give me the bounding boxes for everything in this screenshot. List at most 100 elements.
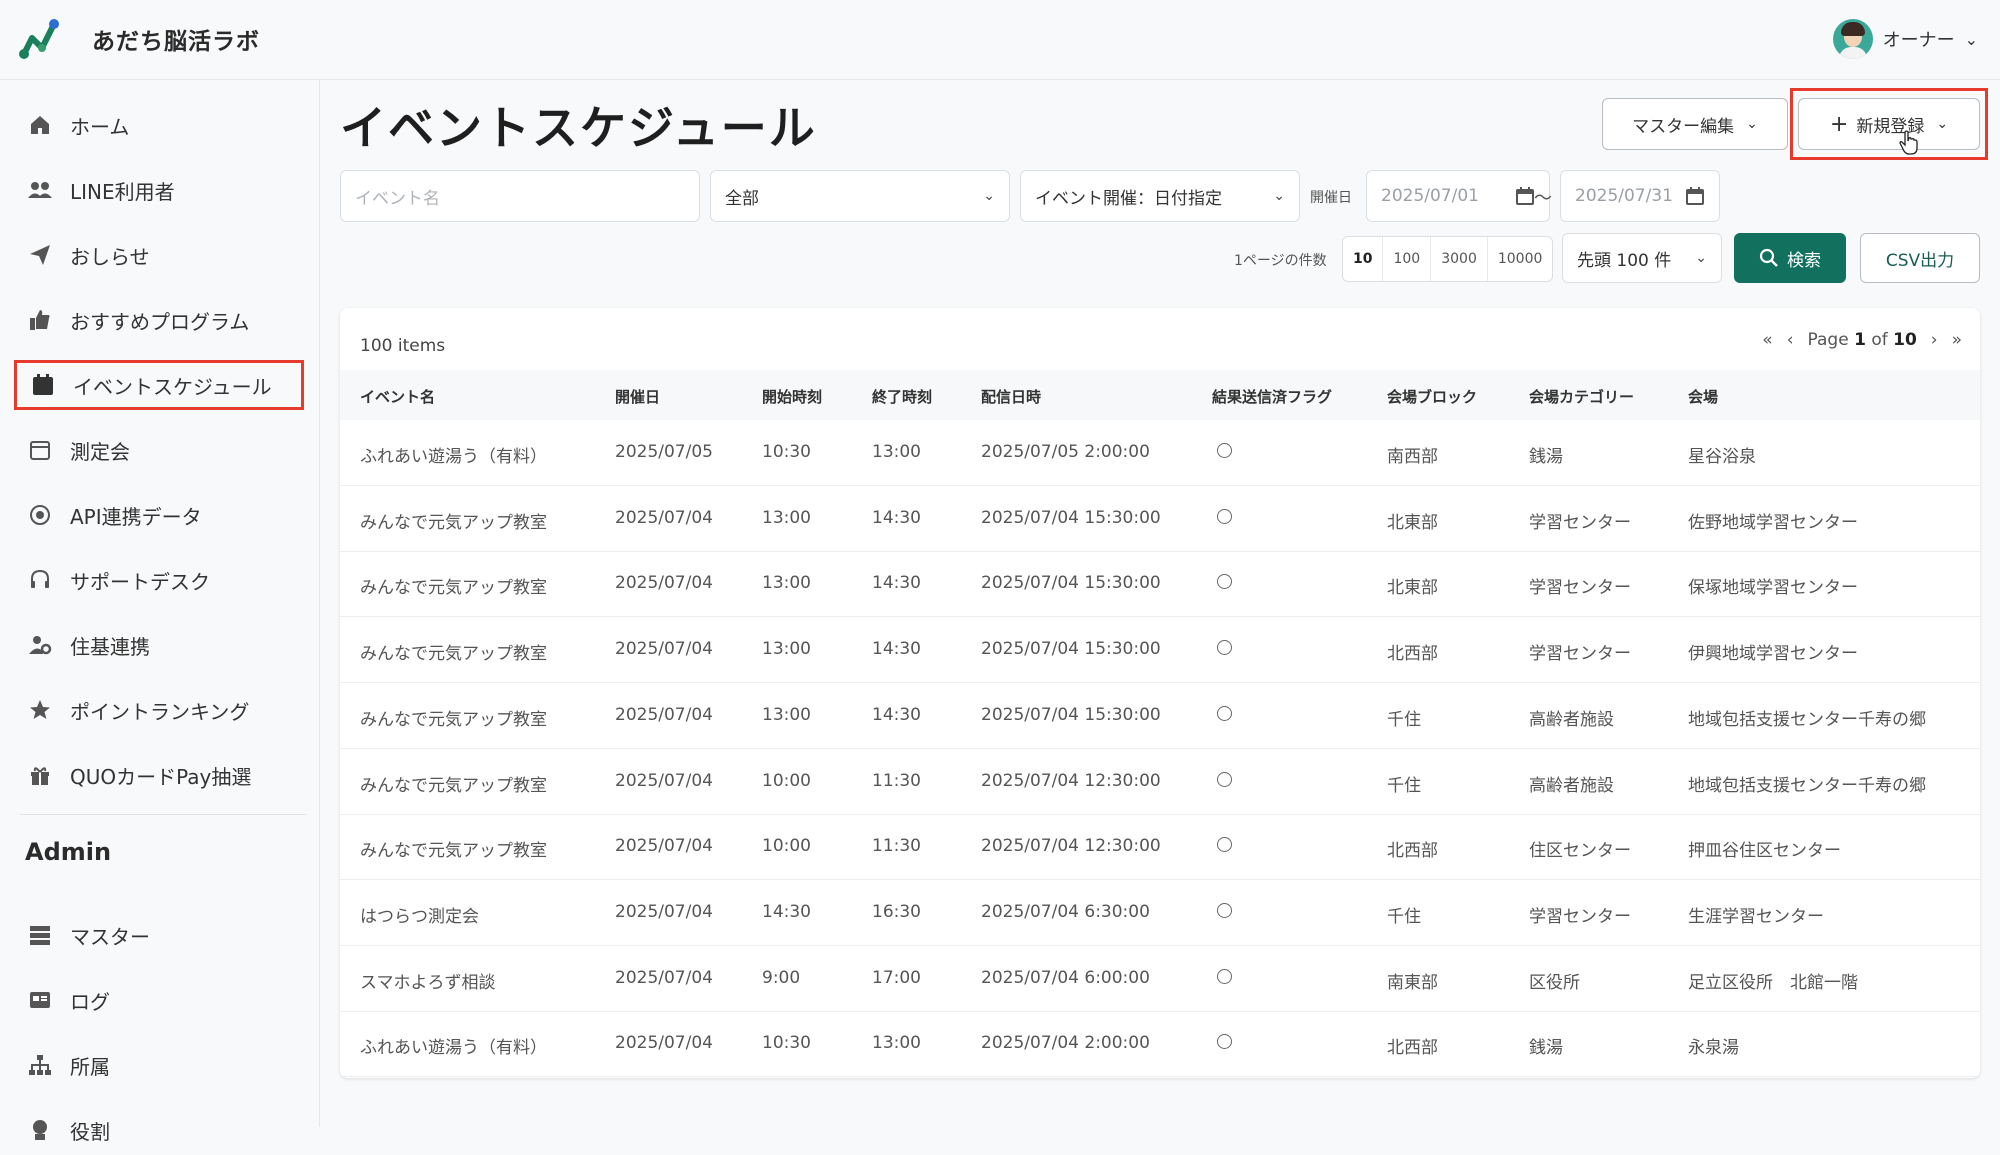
table-cell: 14:30 [872,704,921,725]
table-cell: 13:00 [762,573,811,594]
result-sent-radio[interactable] [1217,443,1232,458]
sidebar-item-label: 所属 [70,1054,110,1079]
org-chart-icon [26,1051,54,1079]
per-page-option[interactable]: 100 [1383,237,1432,281]
sidebar-item-notices[interactable]: おしらせ [14,230,304,280]
range-select[interactable]: 先頭 100 件 ⌄ [1562,233,1722,283]
date-from-input[interactable]: 2025/07/01 [1366,170,1550,222]
table-row[interactable]: はつらつ測定会 2025/07/04 14:30 16:30 2025/07/04 6:… [340,880,1980,946]
table-cell: 2025/07/04 [615,639,713,660]
first-page-icon[interactable]: « [1762,330,1772,350]
sidebar-item-role[interactable]: 役割 [14,1105,304,1155]
csv-export-button[interactable]: CSV出力 [1860,233,1980,283]
table-cell: 2025/07/04 12:30:00 [981,836,1161,857]
column-header[interactable]: 開始時刻 [762,386,822,407]
table-cell: 13:00 [872,1033,921,1054]
result-sent-radio[interactable] [1217,508,1232,524]
table-cell: 10:00 [762,836,811,857]
result-sent-radio[interactable] [1217,1034,1232,1050]
chevron-down-icon: ⌄ [1695,250,1707,266]
master-edit-label: マスター編集 [1632,116,1735,137]
column-header[interactable]: 会場 [1688,386,1718,407]
column-header[interactable]: イベント名 [360,386,435,407]
table-cell: 13:00 [762,507,811,528]
search-label: 検索 [1787,250,1821,271]
sidebar-item-affiliation[interactable]: 所属 [14,1040,304,1090]
per-page-option[interactable]: 10000 [1488,237,1553,281]
sidebar-item-line-users[interactable]: LINE利用者 [14,165,304,215]
chevron-down-icon: ⌄ [1273,188,1285,204]
result-sent-radio[interactable] [1217,771,1232,787]
sidebar-item-label: ポイントランキング [70,699,250,724]
sidebar-item-master[interactable]: マスター [14,910,304,960]
result-sent-radio[interactable] [1217,902,1232,918]
table-cell: 9:00 [762,967,801,988]
prev-page-icon[interactable]: ‹ [1787,330,1794,350]
table-cell: はつらつ測定会 [360,906,479,927]
event-name-input[interactable]: イベント名 [340,170,700,222]
range-tilde: 〜 [1534,188,1552,209]
column-header[interactable]: 開催日 [615,386,660,407]
csv-label: CSV出力 [1885,250,1955,271]
column-header[interactable]: 結果送信済フラグ [1212,386,1332,407]
table-cell: 学習センター [1529,906,1631,927]
table-row[interactable]: みんなで元気アップ教室 2025/07/04 13:00 14:30 2025/07/0… [340,683,1980,749]
table-cell: 16:30 [872,901,921,922]
table-row[interactable]: みんなで元気アップ教室 2025/07/04 13:00 14:30 2025/07/0… [340,486,1980,552]
sidebar-item-log[interactable]: ログ [14,975,304,1025]
table-cell: 住区センター [1529,841,1631,862]
sidebar-item-support-desk[interactable]: サポートデスク [14,555,304,605]
column-header[interactable]: 会場カテゴリー [1529,386,1634,407]
table-row[interactable]: ふれあい遊湯う（有料） 2025/07/05 10:30 13:00 2025/07/0… [340,420,1980,486]
sidebar-item-quo-lottery[interactable]: QUOカードPay抽選 [14,750,304,800]
next-page-icon[interactable]: › [1931,330,1938,350]
result-sent-radio[interactable] [1217,705,1232,721]
table-cell: 2025/07/04 [615,901,713,922]
top-header: あだち脳活ラボ オーナー ⌄ [0,0,2000,80]
sidebar-item-resident-link[interactable]: 住基連携 [14,620,304,670]
date-mode-select[interactable]: イベント開催：日付指定 ⌄ [1020,170,1300,222]
date-to-input[interactable]: 2025/07/31 [1560,170,1720,222]
table-row[interactable]: みんなで元気アップ教室 2025/07/04 10:00 11:30 2025/07/0… [340,814,1980,881]
result-sent-radio[interactable] [1217,574,1232,590]
result-sent-radio[interactable] [1217,837,1232,853]
admin-heading: Admin [25,838,112,866]
category-select[interactable]: 全部 ⌄ [710,170,1010,222]
table-cell: 佐野地域学習センター [1688,512,1858,533]
per-page-option[interactable]: 3000 [1431,237,1488,281]
table-cell: 10:00 [762,770,811,791]
user-menu[interactable]: オーナー ⌄ [1832,18,1978,60]
last-page-icon[interactable]: » [1952,330,1962,350]
result-sent-radio[interactable] [1217,640,1232,656]
table-cell: 10:30 [762,442,811,462]
sidebar-item-measurement[interactable]: 測定会 [14,425,304,475]
column-header[interactable]: 会場ブロック [1387,386,1477,407]
search-button[interactable]: 検索 [1734,233,1846,283]
page-title: イベントスケジュール [340,101,817,155]
table-row[interactable]: みんなで元気アップ教室 2025/07/04 10:00 11:30 2025/07/0… [340,749,1980,815]
table-row[interactable]: みんなで元気アップ教室 2025/07/04 13:00 14:30 2025/07/0… [340,551,1980,618]
per-page-option[interactable]: 10 [1343,237,1384,281]
result-sent-radio[interactable] [1217,968,1232,984]
calendar-outline-icon [26,436,54,464]
sidebar-item-event-schedule[interactable]: イベントスケジュール [14,360,304,410]
table-cell: みんなで元気アップ教室 [360,709,547,730]
master-edit-button[interactable]: マスター編集 ⌄ [1602,98,1788,150]
calendar-icon [1516,187,1534,205]
date-mode-value: イベント開催：日付指定 [1035,188,1222,209]
table-row[interactable]: みんなで元気アップ教室 2025/07/04 13:00 14:30 2025/07/0… [340,617,1980,684]
table-row[interactable]: スマホよろず相談 2025/07/04 9:00 17:00 2025/07/04 6:… [340,946,1980,1012]
table-cell: 2025/07/04 6:30:00 [981,901,1150,922]
column-header[interactable]: 配信日時 [981,386,1041,407]
table-row[interactable]: ふれあい遊湯う（有料） 2025/07/04 10:30 13:00 2025/07/0… [340,1011,1980,1078]
chevron-down-icon: ⌄ [1964,29,1978,49]
table-cell: 北東部 [1387,512,1438,533]
table-cell: 北西部 [1387,1038,1438,1059]
sidebar-item-api-data[interactable]: API連携データ [14,490,304,540]
table-cell: 保塚地域学習センター [1688,578,1858,599]
sidebar-item-label: イベントスケジュール [73,374,272,399]
sidebar-item-home[interactable]: ホーム [14,100,304,150]
sidebar-item-programs[interactable]: おすすめプログラム [14,295,304,345]
column-header[interactable]: 終了時刻 [872,386,932,407]
sidebar-item-point-ranking[interactable]: ポイントランキング [14,685,304,735]
